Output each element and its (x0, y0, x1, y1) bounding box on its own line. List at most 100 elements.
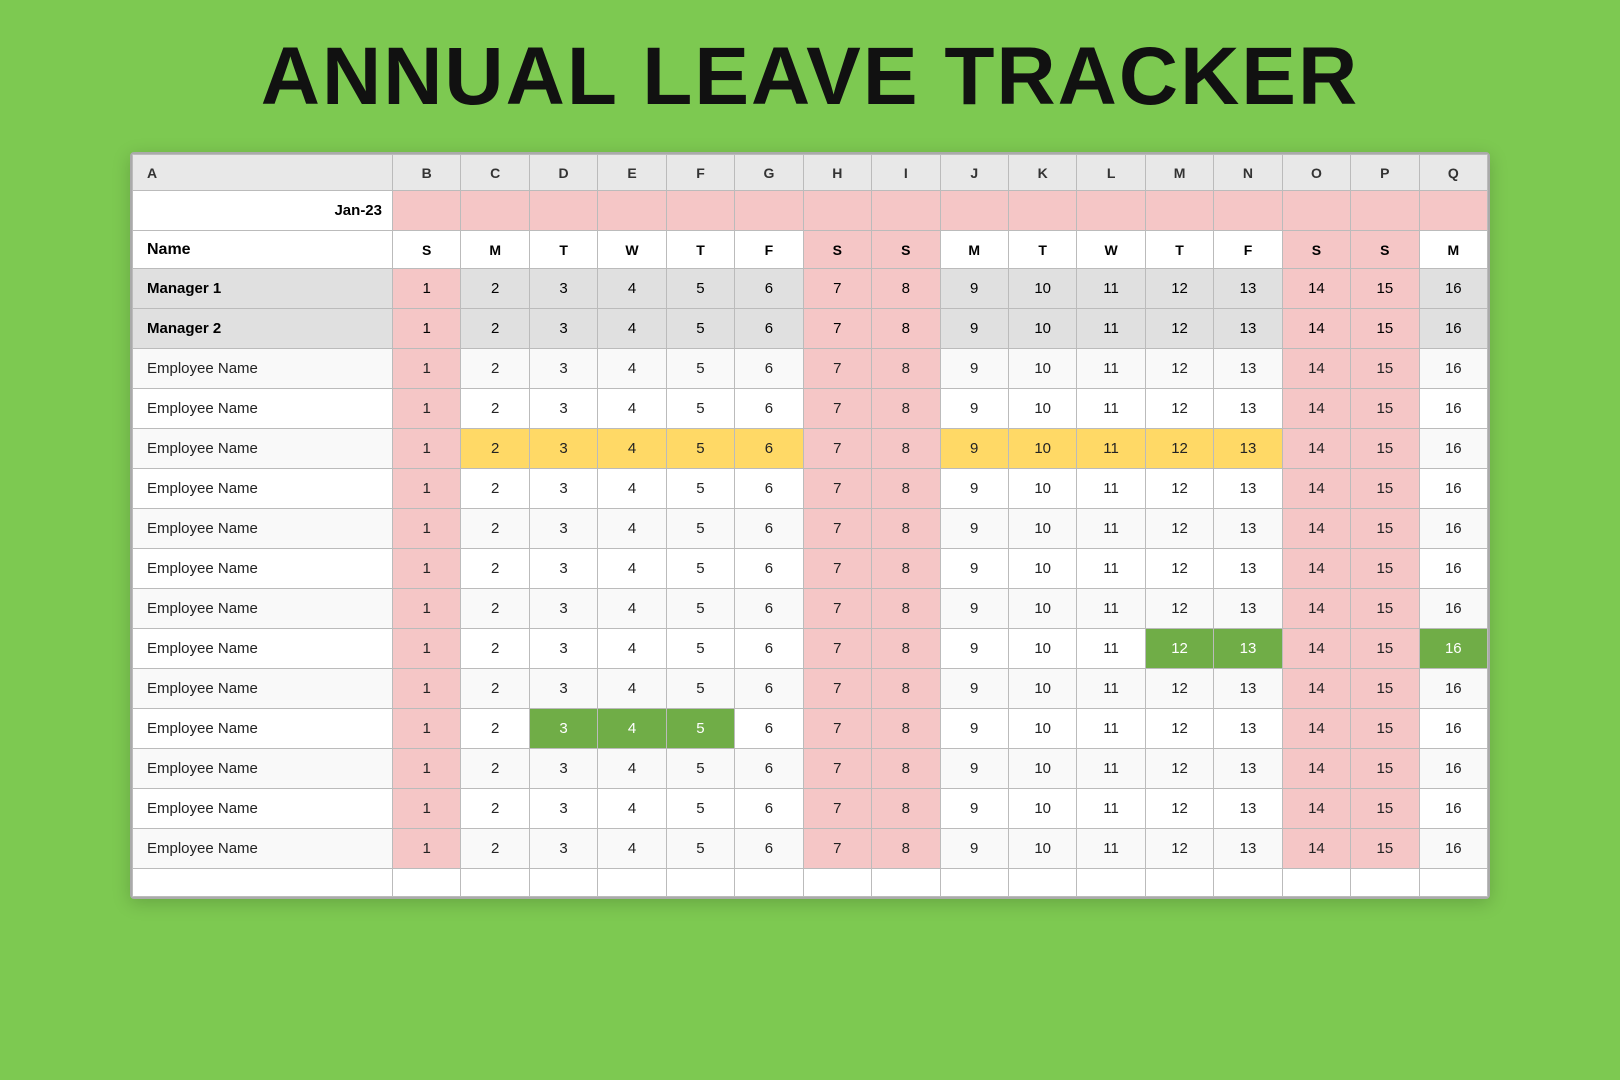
day-cell: 4 (598, 429, 666, 469)
month-span-j (940, 191, 1008, 231)
employee-name-cell: Employee Name (133, 389, 393, 429)
table-row: Employee Name12345678910111213141516 (133, 789, 1488, 829)
day-cell: 4 (598, 309, 666, 349)
day-cell: 3 (529, 509, 597, 549)
day-cell: 5 (666, 509, 734, 549)
day-cell: 3 (529, 429, 597, 469)
month-span-c (461, 191, 529, 231)
day-cell: 6 (735, 309, 803, 349)
day-cell: 14 (1282, 669, 1350, 709)
day-cell: 5 (666, 549, 734, 589)
day-cell: 12 (1145, 629, 1213, 669)
day-cell: 5 (666, 389, 734, 429)
day-cell: 12 (1145, 269, 1213, 309)
day-cell: 5 (666, 429, 734, 469)
day-cell: 9 (940, 269, 1008, 309)
table-row: Employee Name12345678910111213141516 (133, 669, 1488, 709)
day-cell: 5 (666, 669, 734, 709)
day-cell: 11 (1077, 389, 1145, 429)
day-cell: 6 (735, 749, 803, 789)
page-title: ANNUAL LEAVE TRACKER (261, 30, 1359, 124)
day-cell: 16 (1419, 829, 1487, 869)
day-cell: 7 (803, 469, 871, 509)
day-cell: 3 (529, 309, 597, 349)
day-cell: 16 (1419, 389, 1487, 429)
day-cell: 11 (1077, 789, 1145, 829)
day-cell: 13 (1214, 589, 1282, 629)
day-cell: 15 (1351, 549, 1419, 589)
day-f2: F (1214, 231, 1282, 269)
day-s5: S (1351, 231, 1419, 269)
day-cell: 6 (735, 829, 803, 869)
day-cell: 7 (803, 509, 871, 549)
day-cell: 1 (393, 389, 461, 429)
day-cell: 6 (735, 669, 803, 709)
col-k-header: K (1008, 155, 1076, 191)
day-cell: 14 (1282, 709, 1350, 749)
day-cell: 10 (1008, 549, 1076, 589)
employee-name-cell: Employee Name (133, 429, 393, 469)
day-cell: 3 (529, 389, 597, 429)
day-cell: 2 (461, 669, 529, 709)
day-cell: 15 (1351, 589, 1419, 629)
day-cell: 12 (1145, 749, 1213, 789)
day-letter-row: Name S M T W T F S S M T W T F S S M (133, 231, 1488, 269)
empty-cell (803, 869, 871, 897)
day-cell: 11 (1077, 349, 1145, 389)
day-cell: 5 (666, 469, 734, 509)
day-cell: 4 (598, 389, 666, 429)
month-span-i (872, 191, 940, 231)
day-t4: T (1145, 231, 1213, 269)
employee-name-cell: Employee Name (133, 789, 393, 829)
day-m3: M (1419, 231, 1487, 269)
day-cell: 13 (1214, 509, 1282, 549)
table-row: Manager 212345678910111213141516 (133, 309, 1488, 349)
day-cell: 12 (1145, 389, 1213, 429)
day-cell: 13 (1214, 629, 1282, 669)
day-cell: 16 (1419, 669, 1487, 709)
day-cell: 14 (1282, 549, 1350, 589)
day-cell: 9 (940, 829, 1008, 869)
day-cell: 13 (1214, 669, 1282, 709)
day-cell: 15 (1351, 349, 1419, 389)
day-cell: 10 (1008, 789, 1076, 829)
table-row: Employee Name12345678910111213141516 (133, 349, 1488, 389)
day-cell: 5 (666, 789, 734, 829)
day-cell: 2 (461, 269, 529, 309)
day-cell: 1 (393, 589, 461, 629)
day-cell: 13 (1214, 429, 1282, 469)
day-cell: 8 (872, 829, 940, 869)
day-cell: 4 (598, 469, 666, 509)
day-cell: 6 (735, 269, 803, 309)
day-t1: T (529, 231, 597, 269)
day-cell: 4 (598, 629, 666, 669)
day-cell: 13 (1214, 469, 1282, 509)
day-cell: 6 (735, 789, 803, 829)
day-cell: 8 (872, 349, 940, 389)
day-cell: 12 (1145, 549, 1213, 589)
month-span-g (735, 191, 803, 231)
day-cell: 12 (1145, 789, 1213, 829)
day-cell: 14 (1282, 349, 1350, 389)
day-cell: 16 (1419, 749, 1487, 789)
month-span-q (1419, 191, 1487, 231)
empty-cell (1145, 869, 1213, 897)
month-span-p (1351, 191, 1419, 231)
empty-cell (1077, 869, 1145, 897)
day-cell: 6 (735, 429, 803, 469)
day-cell: 1 (393, 509, 461, 549)
table-row: Manager 112345678910111213141516 (133, 269, 1488, 309)
day-cell: 10 (1008, 349, 1076, 389)
table-row: Employee Name12345678910111213141516 (133, 749, 1488, 789)
day-cell: 11 (1077, 709, 1145, 749)
day-cell: 9 (940, 749, 1008, 789)
col-c-header: C (461, 155, 529, 191)
day-cell: 12 (1145, 509, 1213, 549)
day-cell: 3 (529, 709, 597, 749)
table-row: Employee Name12345678910111213141516 (133, 589, 1488, 629)
day-cell: 10 (1008, 469, 1076, 509)
day-cell: 12 (1145, 709, 1213, 749)
day-cell: 10 (1008, 629, 1076, 669)
day-cell: 13 (1214, 709, 1282, 749)
table-row: Employee Name12345678910111213141516 (133, 829, 1488, 869)
